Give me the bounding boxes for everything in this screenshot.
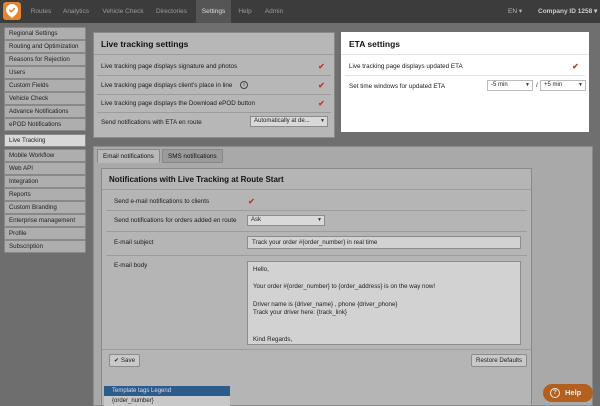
divider [345, 75, 585, 76]
tab-email-notifications[interactable]: Email notifications [97, 149, 160, 163]
email-body-label: E-mail body [114, 262, 148, 269]
email-subject-label: E-mail subject [114, 239, 154, 246]
body-line: Hello, [253, 266, 269, 273]
body-line [253, 275, 515, 284]
divider [97, 75, 331, 76]
time-window-separator: / [536, 82, 538, 89]
sidebar-item-users[interactable]: Users [4, 66, 86, 79]
nav-vehicle-check[interactable]: Vehicle Check [100, 0, 146, 23]
email-section-title: Notifications with Live Tracking at Rout… [109, 175, 284, 184]
divider [97, 112, 331, 113]
body-line [253, 327, 515, 336]
divider [106, 210, 527, 211]
caret-down-icon: ▼ [317, 217, 322, 223]
info-icon[interactable]: i [240, 81, 248, 89]
nav-directories[interactable]: Directories [153, 0, 190, 23]
divider [102, 189, 531, 190]
app-logo[interactable] [3, 2, 21, 20]
body-line [253, 292, 515, 301]
eta-en-route-label: Send notifications with ETA en route [101, 119, 202, 126]
sidebar-item-custom-fields[interactable]: Custom Fields [4, 79, 86, 92]
divider [94, 54, 334, 55]
chevron-down-icon: ▾ [518, 8, 523, 15]
eta-max-select[interactable]: +5 min ▼ [540, 80, 586, 91]
eta-en-route-select[interactable]: Automatically at de... ▼ [250, 116, 328, 127]
body-line: Your order #{order_number} to {order_add… [253, 283, 436, 291]
place-in-line-label: Live tracking page displays client's pla… [101, 82, 233, 89]
language-selector[interactable]: EN ▾ [508, 0, 522, 23]
sidebar-item-vehicle-check[interactable]: Vehicle Check [4, 92, 86, 105]
nav-settings[interactable]: Settings [196, 0, 231, 23]
time-window-label: Set time windows for updated ETA [349, 83, 446, 90]
divider [102, 349, 531, 350]
chevron-down-icon: ▾ [594, 8, 598, 15]
place-in-line-checkbox[interactable]: ✔ [317, 81, 326, 90]
sidebar-item-web-api[interactable]: Web API [4, 162, 86, 175]
send-email-clients-checkbox[interactable]: ✔ [247, 197, 256, 206]
sidebar-item-rejection-reasons[interactable]: Reasons for Rejection [4, 53, 86, 66]
save-button[interactable]: ✔ Save [109, 354, 141, 367]
eta-settings-panel: ETA settings Live tracking page displays… [341, 32, 589, 132]
body-line: Kind Regards, [253, 335, 293, 343]
orders-en-route-label: Send notifications for orders added en r… [114, 217, 237, 224]
question-icon: ? [550, 388, 560, 398]
legend-tag-item[interactable]: {order_number} [104, 396, 230, 406]
top-navigation: Routes Analytics Vehicle Check Directori… [0, 0, 600, 23]
nav-admin[interactable]: Admin [262, 0, 286, 23]
sidebar-item-mobile-workflow[interactable]: Mobile Workflow [4, 149, 86, 162]
download-epod-checkbox[interactable]: ✔ [317, 99, 326, 108]
divider [106, 231, 527, 232]
restore-defaults-button[interactable]: Restore Defaults [471, 354, 528, 367]
sidebar-item-regional-settings[interactable]: Regional Settings [4, 27, 86, 40]
template-tags-legend-header[interactable]: Template tags Legend [104, 386, 230, 396]
email-subject-input[interactable]: Track your order #{order_number} in real… [247, 236, 521, 249]
eta-min-select[interactable]: -5 min ▼ [487, 80, 533, 91]
live-tracking-title: Live tracking settings [101, 39, 189, 49]
orders-en-route-select[interactable]: Ask ▼ [247, 215, 325, 226]
send-email-clients-label: Send e-mail notifications to clients [114, 198, 210, 205]
nav-help[interactable]: Help [236, 0, 254, 23]
sidebar-item-reports[interactable]: Reports [4, 188, 86, 201]
caret-down-icon: ▼ [578, 82, 583, 88]
sidebar-item-subscription[interactable]: Subscription [4, 240, 86, 253]
tab-sms-notifications[interactable]: SMS notifications [162, 149, 223, 163]
divider [97, 94, 331, 95]
email-body-textarea[interactable]: Hello, Your order #{order_number} to {or… [247, 261, 521, 345]
nav-analytics[interactable]: Analytics [60, 0, 92, 23]
signature-photos-label: Live tracking page displays signature an… [101, 63, 238, 70]
signature-photos-checkbox[interactable]: ✔ [317, 62, 326, 71]
sidebar-item-integration[interactable]: Integration [4, 175, 86, 188]
sidebar-item-profile[interactable]: Profile [4, 227, 86, 240]
sidebar-item-routing[interactable]: Routing and Optimization [4, 40, 86, 53]
download-epod-label: Live tracking page displays the Download… [101, 100, 256, 107]
settings-sidebar: Regional Settings Routing and Optimizati… [0, 23, 89, 406]
nav-routes[interactable]: Routes [28, 0, 54, 23]
body-line: Driver name is {driver_name} , phone {dr… [253, 300, 398, 308]
body-line: Track your driver here: {track_link} [253, 309, 347, 317]
company-menu[interactable]: Company ID 1258 ▾ [538, 0, 597, 23]
divider [341, 54, 589, 55]
updated-eta-checkbox[interactable]: ✔ [571, 62, 580, 71]
caret-down-icon: ▼ [525, 82, 530, 88]
eta-settings-title: ETA settings [349, 39, 401, 49]
sidebar-item-advance-notifications[interactable]: Advance Notifications [4, 105, 86, 118]
location-pin-icon [6, 4, 18, 18]
caret-down-icon: ▼ [320, 118, 325, 124]
divider [106, 255, 527, 256]
help-button[interactable]: ? Help [543, 384, 593, 402]
updated-eta-label: Live tracking page displays updated ETA [349, 63, 463, 70]
sidebar-item-live-tracking[interactable]: Live Tracking [4, 134, 86, 147]
sidebar-item-epod-notifications[interactable]: ePOD Notifications [4, 118, 86, 131]
sidebar-item-enterprise-management[interactable]: Enterprise management [4, 214, 86, 227]
checkmark-icon: ✔ [114, 357, 120, 364]
sidebar-item-custom-branding[interactable]: Custom Branding [4, 201, 86, 214]
body-line [253, 318, 515, 327]
